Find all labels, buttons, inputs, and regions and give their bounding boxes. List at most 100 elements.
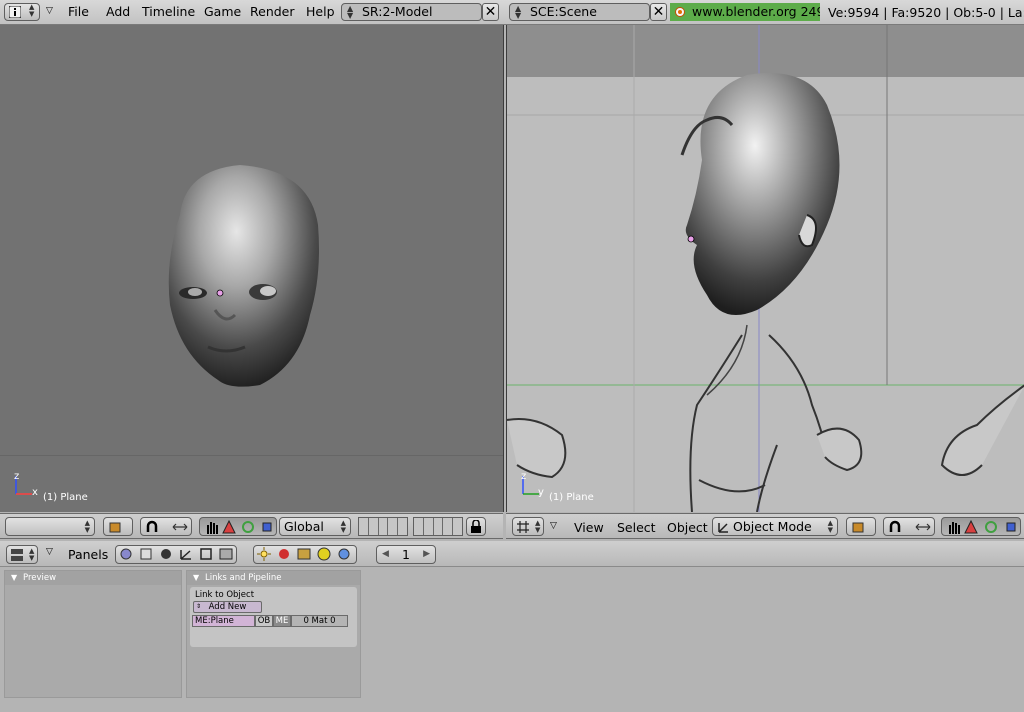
viewport-header-left: ▲ ▼ Global ▲ ▼ bbox=[0, 513, 503, 539]
object-mode-icon bbox=[718, 523, 728, 533]
mode-value: Object Mode bbox=[733, 519, 812, 534]
head-model-front bbox=[168, 165, 319, 387]
screen-name: SR:2-Model bbox=[362, 4, 433, 19]
object-icon bbox=[180, 550, 191, 560]
updown-arrows-icon: ▲ ▼ bbox=[29, 3, 35, 18]
magnet-icon bbox=[889, 520, 901, 532]
editor-type-button[interactable]: ▲ ▼ bbox=[4, 3, 40, 21]
resize-arrows-icon bbox=[172, 523, 188, 531]
frame-counter[interactable]: ◀ 1 ▶ bbox=[376, 545, 436, 564]
rotate-icon bbox=[985, 521, 997, 533]
manipulator-buttons[interactable] bbox=[140, 517, 192, 536]
rotate-icon bbox=[242, 521, 254, 533]
info-icon bbox=[9, 6, 21, 18]
menu-add[interactable]: Add bbox=[106, 4, 130, 19]
updown-arrows-icon: ▲ ▼ bbox=[340, 519, 346, 534]
script-icon bbox=[140, 548, 152, 560]
updown-arrows-icon: ▲ ▼ bbox=[535, 519, 541, 534]
menu-select[interactable]: Select bbox=[617, 520, 656, 535]
editor-type-button[interactable]: ▲ ▼ bbox=[6, 545, 38, 564]
axis-z-label: z bbox=[14, 471, 20, 482]
buttons-window: ▼ Preview ▼ Links and Pipeline Link to O… bbox=[0, 567, 1024, 712]
menu-object[interactable]: Object bbox=[667, 520, 708, 535]
lock-icon bbox=[471, 520, 481, 533]
add-new-label: Add New bbox=[208, 602, 247, 612]
me-button[interactable]: ME bbox=[273, 615, 291, 627]
logic-icon bbox=[120, 548, 132, 560]
menu-render[interactable]: Render bbox=[250, 4, 295, 19]
transform-widget-buttons[interactable] bbox=[199, 517, 277, 536]
subcontext-buttons[interactable] bbox=[253, 545, 357, 564]
orientation-dropdown[interactable]: Global ▲ ▼ bbox=[279, 517, 351, 536]
ob-button[interactable]: OB bbox=[255, 615, 273, 627]
collapse-menu-icon[interactable]: ▽ bbox=[46, 6, 53, 16]
editing-icon bbox=[200, 548, 212, 560]
3d-viewport-side[interactable]: z y (1) Plane bbox=[506, 25, 1024, 512]
panel-title: Preview bbox=[23, 573, 57, 583]
collapse-menu-icon[interactable]: ▽ bbox=[550, 521, 557, 531]
updown-arrows-icon: ▲ ▼ bbox=[84, 519, 90, 534]
updown-arrows-icon: ▲ ▼ bbox=[515, 4, 522, 20]
buttons-window-icon bbox=[11, 549, 23, 561]
pivot-point-button[interactable] bbox=[846, 517, 876, 536]
updown-arrows-icon: ▲ ▼ bbox=[347, 4, 354, 20]
transform-widget-buttons[interactable] bbox=[941, 517, 1021, 536]
scale-icon bbox=[1006, 522, 1016, 532]
panel-title: Links and Pipeline bbox=[205, 573, 282, 583]
cube-icon bbox=[852, 522, 864, 533]
collapse-triangle-icon[interactable]: ▼ bbox=[11, 571, 17, 585]
lock-layers-button[interactable] bbox=[466, 517, 486, 536]
mesh-name-field[interactable]: ME:Plane bbox=[192, 615, 255, 627]
frame-value: 1 bbox=[402, 547, 410, 562]
axis-z-label: z bbox=[521, 471, 527, 482]
arrow-left-icon[interactable]: ◀ bbox=[382, 546, 389, 563]
blender-url-link[interactable]: www.blender.org 249.2 bbox=[670, 3, 820, 21]
viewport-header-right: ▲ ▼ ▽ View Select Object Object Mode ▲ ▼ bbox=[506, 513, 1024, 539]
hand-icon bbox=[949, 522, 960, 534]
info-header: ▲ ▼ ▽ File Add Timeline Game Render Help … bbox=[0, 0, 1024, 25]
pivot-point-button[interactable] bbox=[103, 517, 133, 536]
menu-file[interactable]: File bbox=[68, 4, 89, 19]
material-index-field[interactable]: 0 Mat 0 bbox=[291, 615, 348, 627]
panels-label: Panels bbox=[68, 547, 109, 562]
layer-buttons-a[interactable] bbox=[358, 517, 408, 536]
shading-icon bbox=[161, 549, 171, 559]
menu-help[interactable]: Help bbox=[306, 4, 335, 19]
menu-timeline[interactable]: Timeline bbox=[142, 4, 195, 19]
mode-dropdown[interactable]: Object Mode ▲ ▼ bbox=[712, 517, 838, 536]
url-text: www.blender.org 249.2 bbox=[692, 4, 820, 19]
add-new-button[interactable]: ⇕ Add New bbox=[193, 601, 262, 613]
editor-type-button[interactable]: ▲ ▼ bbox=[512, 517, 544, 536]
layer-buttons-b[interactable] bbox=[413, 517, 463, 536]
scene-stats: Ve:9594 | Fa:9520 | Ob:5-0 | La:1 bbox=[828, 5, 1024, 20]
collapse-menu-icon[interactable]: ▽ bbox=[46, 547, 53, 557]
material-icon bbox=[279, 549, 289, 559]
scale-icon bbox=[262, 522, 272, 532]
preview-panel: ▼ Preview bbox=[4, 570, 182, 698]
cube-icon bbox=[109, 522, 121, 533]
delete-scene-button[interactable]: ✕ bbox=[650, 3, 667, 21]
3d-viewport-front[interactable]: z x (1) Plane bbox=[0, 25, 504, 512]
menu-game[interactable]: Game bbox=[204, 4, 241, 19]
menu-view[interactable]: View bbox=[574, 520, 604, 535]
arrow-right-icon[interactable]: ▶ bbox=[423, 546, 430, 563]
updown-arrows-icon: ▲ ▼ bbox=[827, 519, 833, 534]
blank-dropdown[interactable]: ▲ ▼ bbox=[5, 517, 95, 536]
updown-arrows-icon: ▲ ▼ bbox=[29, 547, 35, 562]
panel-header[interactable]: ▼ Preview bbox=[5, 571, 181, 585]
manipulator-buttons[interactable] bbox=[883, 517, 935, 536]
translate-icon bbox=[964, 520, 978, 534]
context-buttons[interactable] bbox=[115, 545, 237, 564]
collapse-triangle-icon[interactable]: ▼ bbox=[193, 571, 199, 585]
scene-selector[interactable]: ▲ ▼ SCE:Scene bbox=[509, 3, 650, 21]
radiosity-icon bbox=[317, 547, 331, 561]
updown-arrows-icon: ⇕ bbox=[196, 603, 202, 610]
links-pipeline-panel: ▼ Links and Pipeline Link to Object ⇕ Ad… bbox=[186, 570, 361, 698]
grid-icon bbox=[517, 521, 529, 533]
screen-selector[interactable]: ▲ ▼ SR:2-Model bbox=[341, 3, 482, 21]
world-icon bbox=[338, 548, 350, 560]
buttons-window-header: ▲ ▼ ▽ Panels ◀ 1 ▶ bbox=[0, 541, 1024, 567]
panel-header[interactable]: ▼ Links and Pipeline bbox=[187, 571, 360, 585]
delete-screen-button[interactable]: ✕ bbox=[482, 3, 499, 21]
viewport-object-caption: (1) Plane bbox=[549, 492, 594, 503]
